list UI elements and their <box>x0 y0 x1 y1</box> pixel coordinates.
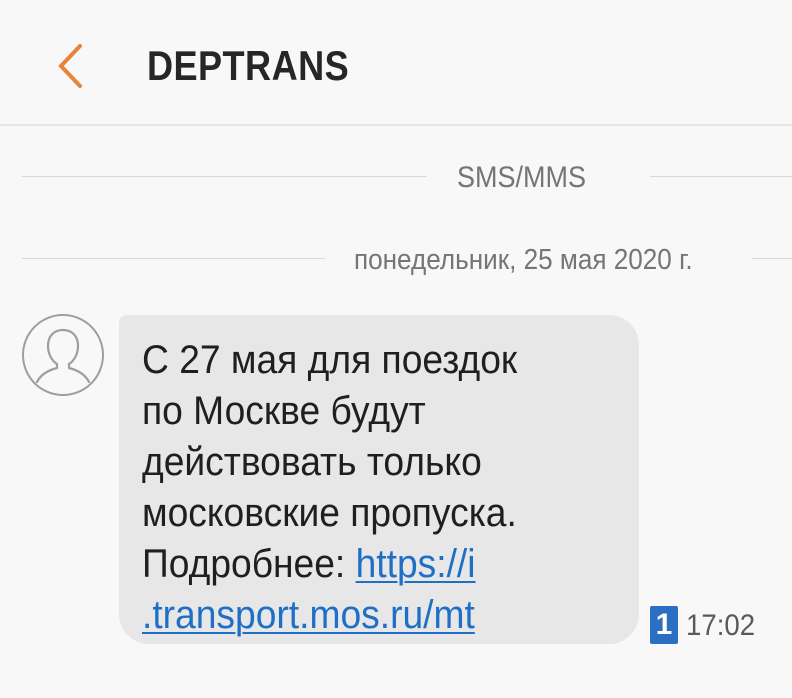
message-line-link: Подробнее: https://i <box>142 539 586 590</box>
conversation-title: DEPTRANS <box>147 42 350 89</box>
channel-divider-left <box>22 176 427 177</box>
person-avatar-icon <box>35 328 91 384</box>
date-divider-right <box>752 258 792 259</box>
message-time: 17:02 <box>686 609 756 642</box>
sim-badge: 1 <box>650 606 678 644</box>
message-line: московские пропуска. <box>142 491 517 535</box>
message-link-part-2[interactable]: .transport.mos.ru/mt <box>142 593 475 637</box>
message-text: С 27 мая для поездок по Москве будут дей… <box>142 335 619 641</box>
channel-label: SMS/MMS <box>457 161 587 194</box>
message-line: С 27 мая для поездок <box>142 338 518 382</box>
date-label: понедельник, 25 мая 2020 г. <box>354 244 693 276</box>
message-link-part-1[interactable]: https://i <box>356 542 476 586</box>
date-divider-left <box>22 258 325 259</box>
message-line: действовать только <box>142 440 482 484</box>
back-button[interactable] <box>50 38 94 94</box>
message-line-link-continued: .transport.mos.ru/mt <box>142 590 586 641</box>
message-bubble[interactable]: С 27 мая для поездок по Москве будут дей… <box>119 315 639 644</box>
link-prefix: Подробнее: <box>142 542 356 586</box>
message-line: по Москве будут <box>142 389 426 433</box>
channel-divider-right <box>650 176 792 177</box>
app-header: DEPTRANS <box>0 0 792 126</box>
sender-avatar[interactable] <box>22 314 104 396</box>
chevron-left-icon <box>58 44 82 88</box>
